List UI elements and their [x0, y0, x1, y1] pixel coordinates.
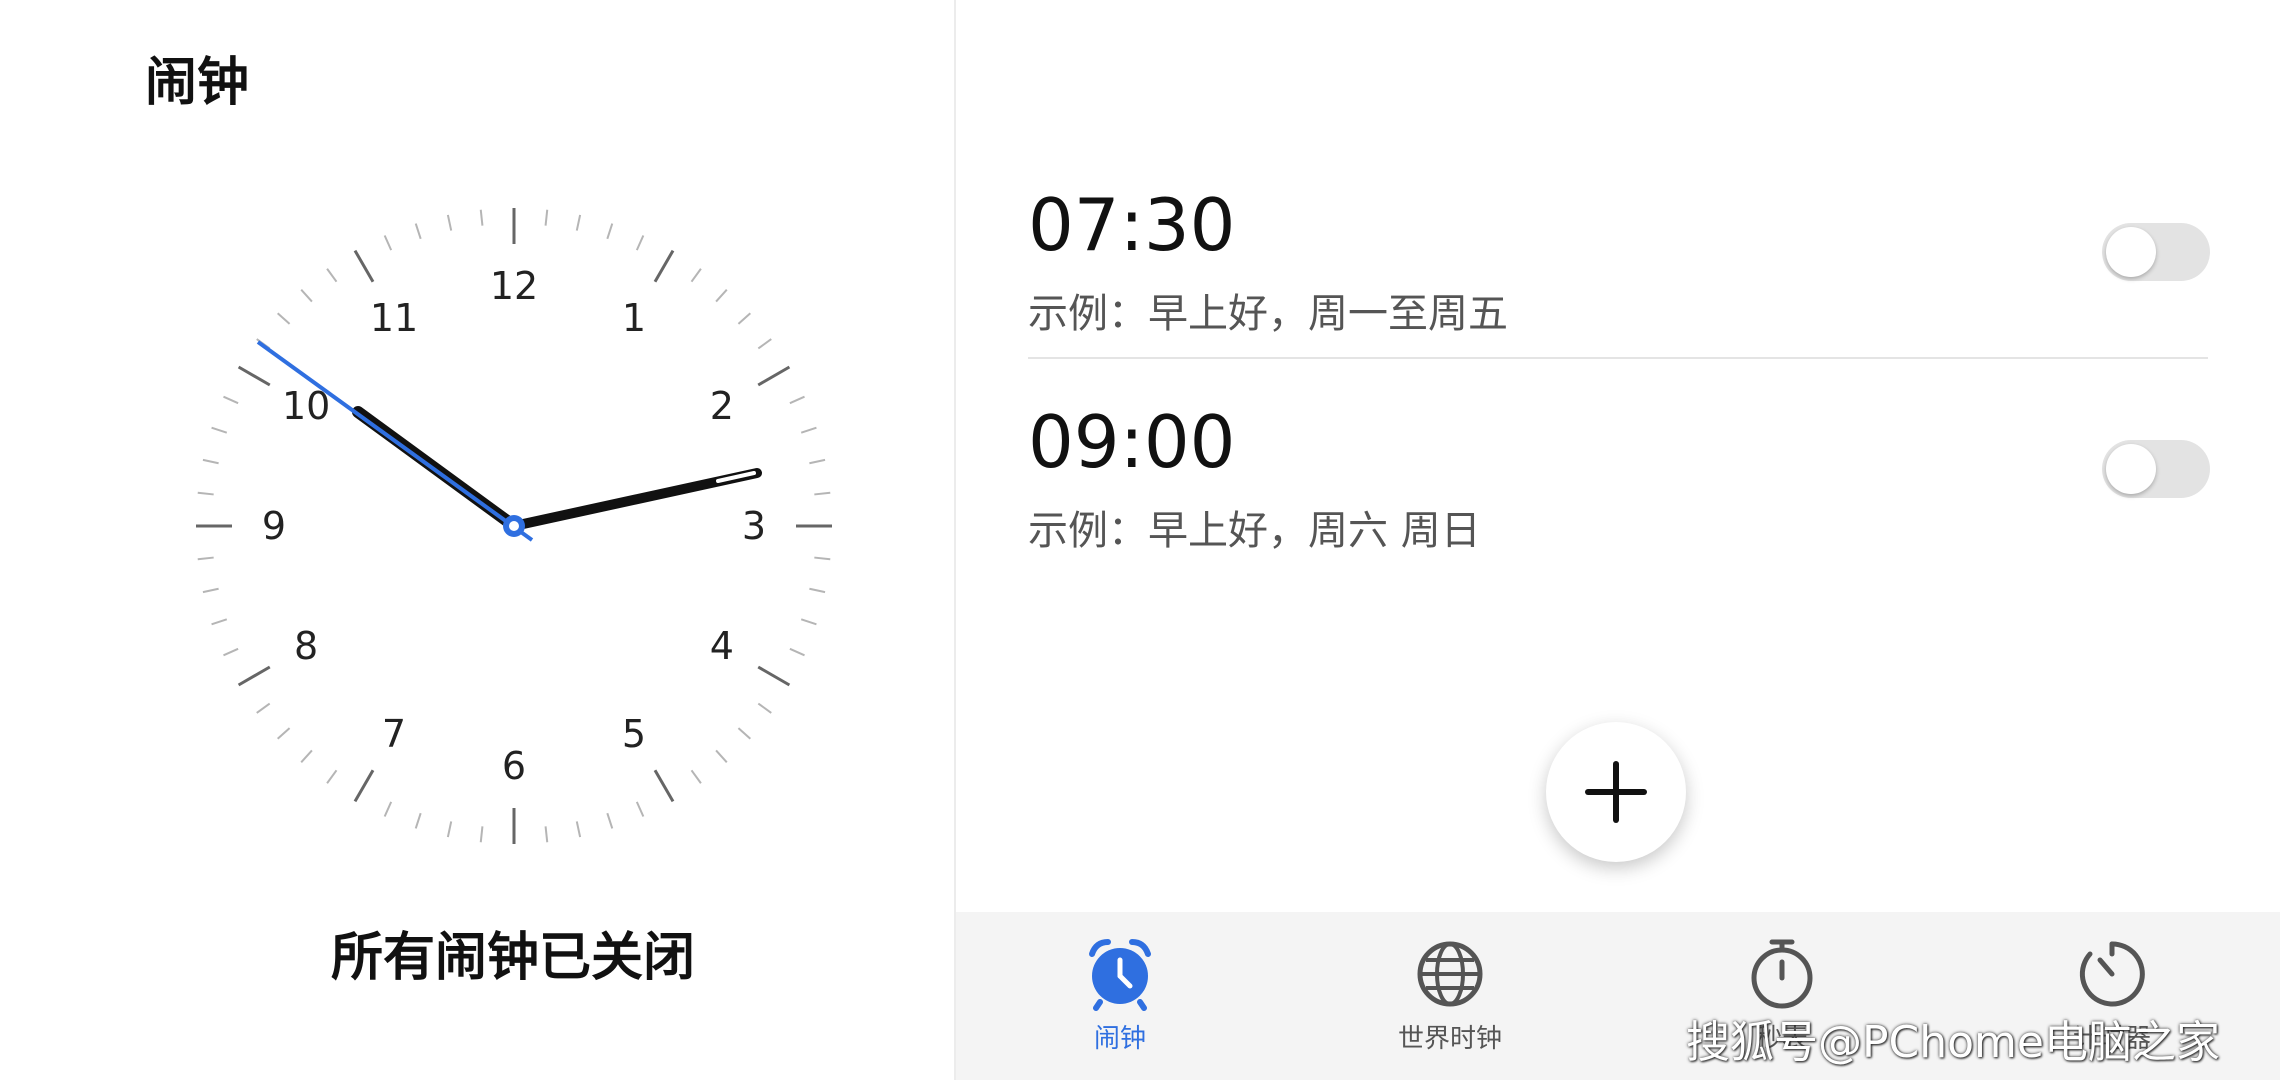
- clock-numeral: 5: [622, 712, 646, 756]
- clock-numeral: 12: [490, 264, 538, 308]
- clock-numeral: 7: [382, 712, 406, 756]
- hour-tick: [757, 365, 791, 387]
- alarm-item[interactable]: 07:30 示例：早上好，周一至周五: [1028, 183, 2218, 383]
- minute-tick: [414, 223, 422, 240]
- clock-numeral: 3: [742, 504, 766, 548]
- minute-tick: [715, 749, 728, 763]
- alarms-status-text: 所有闹钟已关闭: [330, 928, 695, 988]
- alarm-toggle[interactable]: [2102, 440, 2210, 498]
- tab-world-clock[interactable]: 世界时钟: [1350, 936, 1550, 1055]
- clock-numeral: 11: [370, 296, 418, 340]
- second-hand: [256, 340, 534, 542]
- minute-tick: [211, 426, 228, 434]
- analog-clock: 121234567891011: [196, 208, 832, 844]
- minute-tick: [211, 618, 228, 626]
- minute-tick: [737, 312, 751, 325]
- minute-tick: [809, 458, 826, 465]
- timer-icon: [2079, 941, 2145, 1007]
- minute-tick: [326, 769, 338, 784]
- alarm-item[interactable]: 09:00 示例：早上好，周六 周日: [1028, 400, 2218, 600]
- minute-tick: [197, 491, 214, 496]
- stopwatch-icon: [1751, 939, 1813, 1009]
- minute-tick: [789, 395, 805, 405]
- minute-tick: [256, 702, 271, 714]
- minute-tick: [197, 556, 214, 561]
- clock-numeral: 1: [622, 296, 646, 340]
- clock-numeral: 2: [710, 384, 734, 428]
- minute-tick: [326, 268, 338, 283]
- clock-numeral: 9: [262, 504, 286, 548]
- minute-tick: [690, 769, 702, 784]
- minute-tick: [300, 289, 313, 303]
- minute-tick: [383, 801, 393, 817]
- minute-tick: [223, 647, 239, 657]
- minute-tick: [800, 618, 817, 626]
- minute-tick: [223, 395, 239, 405]
- tab-alarm[interactable]: 闹钟: [1020, 936, 1220, 1055]
- minute-tick: [575, 214, 582, 231]
- clock-numeral: 8: [294, 624, 318, 668]
- hour-tick: [653, 249, 675, 283]
- minute-hand: [509, 468, 762, 531]
- alarm-time: 09:00: [1028, 400, 1236, 484]
- tab-label: 闹钟: [1093, 1024, 1146, 1054]
- toggle-knob: [2106, 227, 2156, 277]
- minute-tick: [606, 223, 614, 240]
- minute-tick: [277, 727, 291, 740]
- clock-numeral: 4: [710, 624, 734, 668]
- alarm-list-panel: 07:30 示例：早上好，周一至周五 09:00 示例：早上好，周六 周日 闹钟…: [956, 0, 2280, 1080]
- minute-tick: [814, 556, 831, 561]
- minute-tick: [202, 458, 219, 465]
- minute-tick: [800, 426, 817, 434]
- bottom-nav: 闹钟 世界时钟 秒表 计时器 搜狐号@PChome电脑之家: [956, 912, 2280, 1080]
- hour-tick: [653, 769, 675, 803]
- minute-tick: [575, 821, 582, 838]
- watermark-text: 搜狐号@PChome电脑之家: [1686, 1017, 2220, 1068]
- hour-tick: [237, 365, 271, 387]
- hour-tick: [353, 769, 375, 803]
- minute-tick: [544, 209, 549, 226]
- minute-tick: [635, 235, 645, 251]
- minute-tick: [809, 587, 826, 594]
- minute-tick: [737, 727, 751, 740]
- list-divider: [1028, 357, 2208, 359]
- alarm-label: 示例：早上好，周六 周日: [1028, 508, 1481, 554]
- minute-tick: [300, 749, 313, 763]
- hour-tick: [757, 665, 791, 687]
- hour-tick: [353, 249, 375, 283]
- clock-numeral: 6: [502, 744, 526, 788]
- minute-tick: [757, 338, 772, 350]
- alarm-clock-icon: [1089, 939, 1151, 1011]
- minute-tick: [635, 801, 645, 817]
- minute-tick: [544, 826, 549, 843]
- minute-tick: [383, 235, 393, 251]
- minute-tick: [606, 812, 614, 829]
- tab-label: 世界时钟: [1397, 1024, 1502, 1054]
- minute-tick: [715, 289, 728, 303]
- minute-tick: [446, 214, 453, 231]
- minute-tick: [814, 491, 831, 496]
- clock-panel: 闹钟 12 1 2 3 4 5 6 7 8 9 10 11 所有闹钟已关闭: [0, 0, 954, 1080]
- minute-tick: [757, 702, 772, 714]
- alarm-time: 07:30: [1028, 183, 1236, 267]
- minute-tick: [277, 312, 291, 325]
- add-alarm-button[interactable]: [1546, 722, 1686, 862]
- minute-tick: [446, 821, 453, 838]
- page-title: 闹钟: [145, 53, 250, 113]
- minute-tick: [690, 268, 702, 283]
- alarm-label: 示例：早上好，周一至周五: [1028, 291, 1508, 337]
- minute-tick: [789, 647, 805, 657]
- toggle-knob: [2106, 444, 2156, 494]
- minute-tick: [479, 826, 484, 843]
- hour-tick: [237, 665, 271, 687]
- minute-tick: [479, 209, 484, 226]
- minute-tick: [414, 812, 422, 829]
- minute-tick: [202, 587, 219, 594]
- plus-icon: [1585, 761, 1647, 823]
- globe-icon: [1417, 941, 1483, 1007]
- alarm-toggle[interactable]: [2102, 223, 2210, 281]
